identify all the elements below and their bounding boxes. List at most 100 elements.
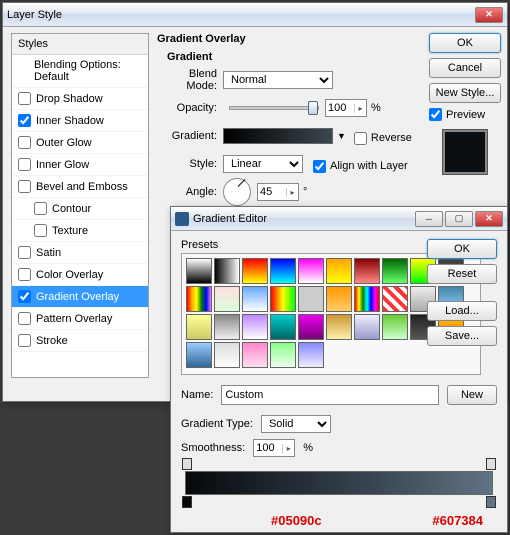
new-gradient-button[interactable]: New — [447, 385, 497, 405]
style-item-stroke[interactable]: Stroke — [12, 330, 148, 352]
style-checkbox[interactable] — [18, 92, 31, 105]
preset-swatch[interactable] — [298, 258, 324, 284]
layer-style-titlebar[interactable]: Layer Style ✕ — [3, 3, 507, 27]
gradient-editor-buttons: OK Reset Load... Save... — [427, 239, 497, 351]
preview-swatch — [442, 129, 488, 175]
style-checkbox[interactable] — [18, 136, 31, 149]
hex-left: #05090c — [271, 513, 322, 528]
new-style-button[interactable]: New Style... — [429, 83, 501, 103]
preset-swatch[interactable] — [326, 314, 352, 340]
style-item-inner-glow[interactable]: Inner Glow — [12, 154, 148, 176]
preset-swatch[interactable] — [186, 258, 212, 284]
preset-swatch[interactable] — [326, 258, 352, 284]
ge-save-button[interactable]: Save... — [427, 326, 497, 346]
style-checkbox[interactable] — [34, 224, 47, 237]
style-checkbox[interactable] — [34, 202, 47, 215]
maximize-icon[interactable]: ▢ — [445, 211, 473, 227]
blend-mode-select[interactable]: Normal — [223, 71, 333, 89]
gradient-name-input[interactable] — [221, 385, 439, 405]
preset-swatch[interactable] — [186, 286, 212, 312]
style-item-contour[interactable]: Contour — [12, 198, 148, 220]
preset-swatch[interactable] — [382, 314, 408, 340]
gradient-dropdown-icon[interactable]: ▼ — [337, 131, 346, 141]
ok-button[interactable]: OK — [429, 33, 501, 53]
preset-swatch[interactable] — [298, 286, 324, 312]
style-checkbox[interactable] — [18, 334, 31, 347]
gradient-picker[interactable] — [223, 128, 333, 144]
style-checkbox[interactable] — [18, 268, 31, 281]
preset-swatch[interactable] — [214, 258, 240, 284]
style-item-inner-shadow[interactable]: Inner Shadow — [12, 110, 148, 132]
preset-swatch[interactable] — [186, 342, 212, 368]
style-item-gradient-overlay[interactable]: Gradient Overlay — [12, 286, 148, 308]
angle-input[interactable]: ▸ — [257, 183, 299, 201]
preset-swatch[interactable] — [242, 286, 268, 312]
preset-swatch[interactable] — [298, 314, 324, 340]
style-item-outer-glow[interactable]: Outer Glow — [12, 132, 148, 154]
style-item-pattern-overlay[interactable]: Pattern Overlay — [12, 308, 148, 330]
name-label: Name: — [181, 389, 213, 401]
blend-mode-label: Blend Mode: — [157, 68, 223, 92]
preset-swatch[interactable] — [270, 286, 296, 312]
gradient-group-label: Gradient — [167, 51, 427, 63]
preset-swatch[interactable] — [270, 314, 296, 340]
opacity-slider[interactable] — [229, 106, 319, 110]
smoothness-input[interactable]: ▸ — [253, 439, 295, 457]
preset-swatch[interactable] — [186, 314, 212, 340]
style-checkbox[interactable] — [18, 312, 31, 325]
preset-swatch[interactable] — [214, 314, 240, 340]
style-checkbox[interactable] — [18, 246, 31, 259]
close-icon[interactable]: ✕ — [475, 7, 503, 23]
ge-load-button[interactable]: Load... — [427, 301, 497, 321]
preset-swatch[interactable] — [354, 286, 380, 312]
opacity-stop-left[interactable] — [182, 458, 192, 470]
opacity-stop-right[interactable] — [486, 458, 496, 470]
color-stop-left[interactable] — [182, 496, 192, 508]
hex-right: #607384 — [432, 513, 483, 528]
style-checkbox[interactable] — [18, 290, 31, 303]
preset-swatch[interactable] — [214, 342, 240, 368]
style-checkbox[interactable] — [18, 114, 31, 127]
angle-dial[interactable] — [223, 178, 251, 206]
close-icon[interactable]: ✕ — [475, 211, 503, 227]
reverse-checkbox[interactable]: Reverse — [354, 132, 412, 145]
style-checkbox[interactable] — [18, 158, 31, 171]
preset-swatch[interactable] — [326, 286, 352, 312]
gradient-editor-dialog: Gradient Editor ─ ▢ ✕ Presets OK Reset L… — [170, 206, 508, 533]
preset-swatch[interactable] — [298, 342, 324, 368]
preset-swatch[interactable] — [354, 314, 380, 340]
style-item-satin[interactable]: Satin — [12, 242, 148, 264]
app-icon — [175, 212, 189, 226]
preview-checkbox[interactable]: Preview — [429, 108, 501, 121]
preset-swatch[interactable] — [242, 314, 268, 340]
styles-header[interactable]: Styles — [12, 34, 148, 55]
gradient-type-label: Gradient Type: — [181, 418, 253, 430]
ge-ok-button[interactable]: OK — [427, 239, 497, 259]
opacity-input[interactable]: ▸ — [325, 99, 367, 117]
preset-swatch[interactable] — [382, 286, 408, 312]
align-checkbox[interactable]: Align with Layer — [313, 160, 408, 173]
style-item-bevel-and-emboss[interactable]: Bevel and Emboss — [12, 176, 148, 198]
gradient-type-select[interactable]: Solid — [261, 415, 331, 433]
color-stop-right[interactable] — [486, 496, 496, 508]
preset-swatch[interactable] — [354, 258, 380, 284]
style-select[interactable]: Linear — [223, 155, 303, 173]
blending-options-item[interactable]: Blending Options: Default — [12, 55, 148, 88]
layer-style-buttons: OK Cancel New Style... Preview — [429, 33, 501, 175]
preset-swatch[interactable] — [382, 258, 408, 284]
style-item-texture[interactable]: Texture — [12, 220, 148, 242]
style-item-drop-shadow[interactable]: Drop Shadow — [12, 88, 148, 110]
ge-reset-button[interactable]: Reset — [427, 264, 497, 284]
cancel-button[interactable]: Cancel — [429, 58, 501, 78]
style-checkbox[interactable] — [18, 180, 31, 193]
style-item-color-overlay[interactable]: Color Overlay — [12, 264, 148, 286]
preset-swatch[interactable] — [270, 258, 296, 284]
gradient-editor-titlebar[interactable]: Gradient Editor ─ ▢ ✕ — [171, 207, 507, 231]
gradient-bar[interactable] — [185, 471, 493, 495]
preset-swatch[interactable] — [242, 342, 268, 368]
minimize-icon[interactable]: ─ — [415, 211, 443, 227]
preset-swatch[interactable] — [270, 342, 296, 368]
smoothness-label: Smoothness: — [181, 442, 245, 454]
preset-swatch[interactable] — [214, 286, 240, 312]
preset-swatch[interactable] — [242, 258, 268, 284]
